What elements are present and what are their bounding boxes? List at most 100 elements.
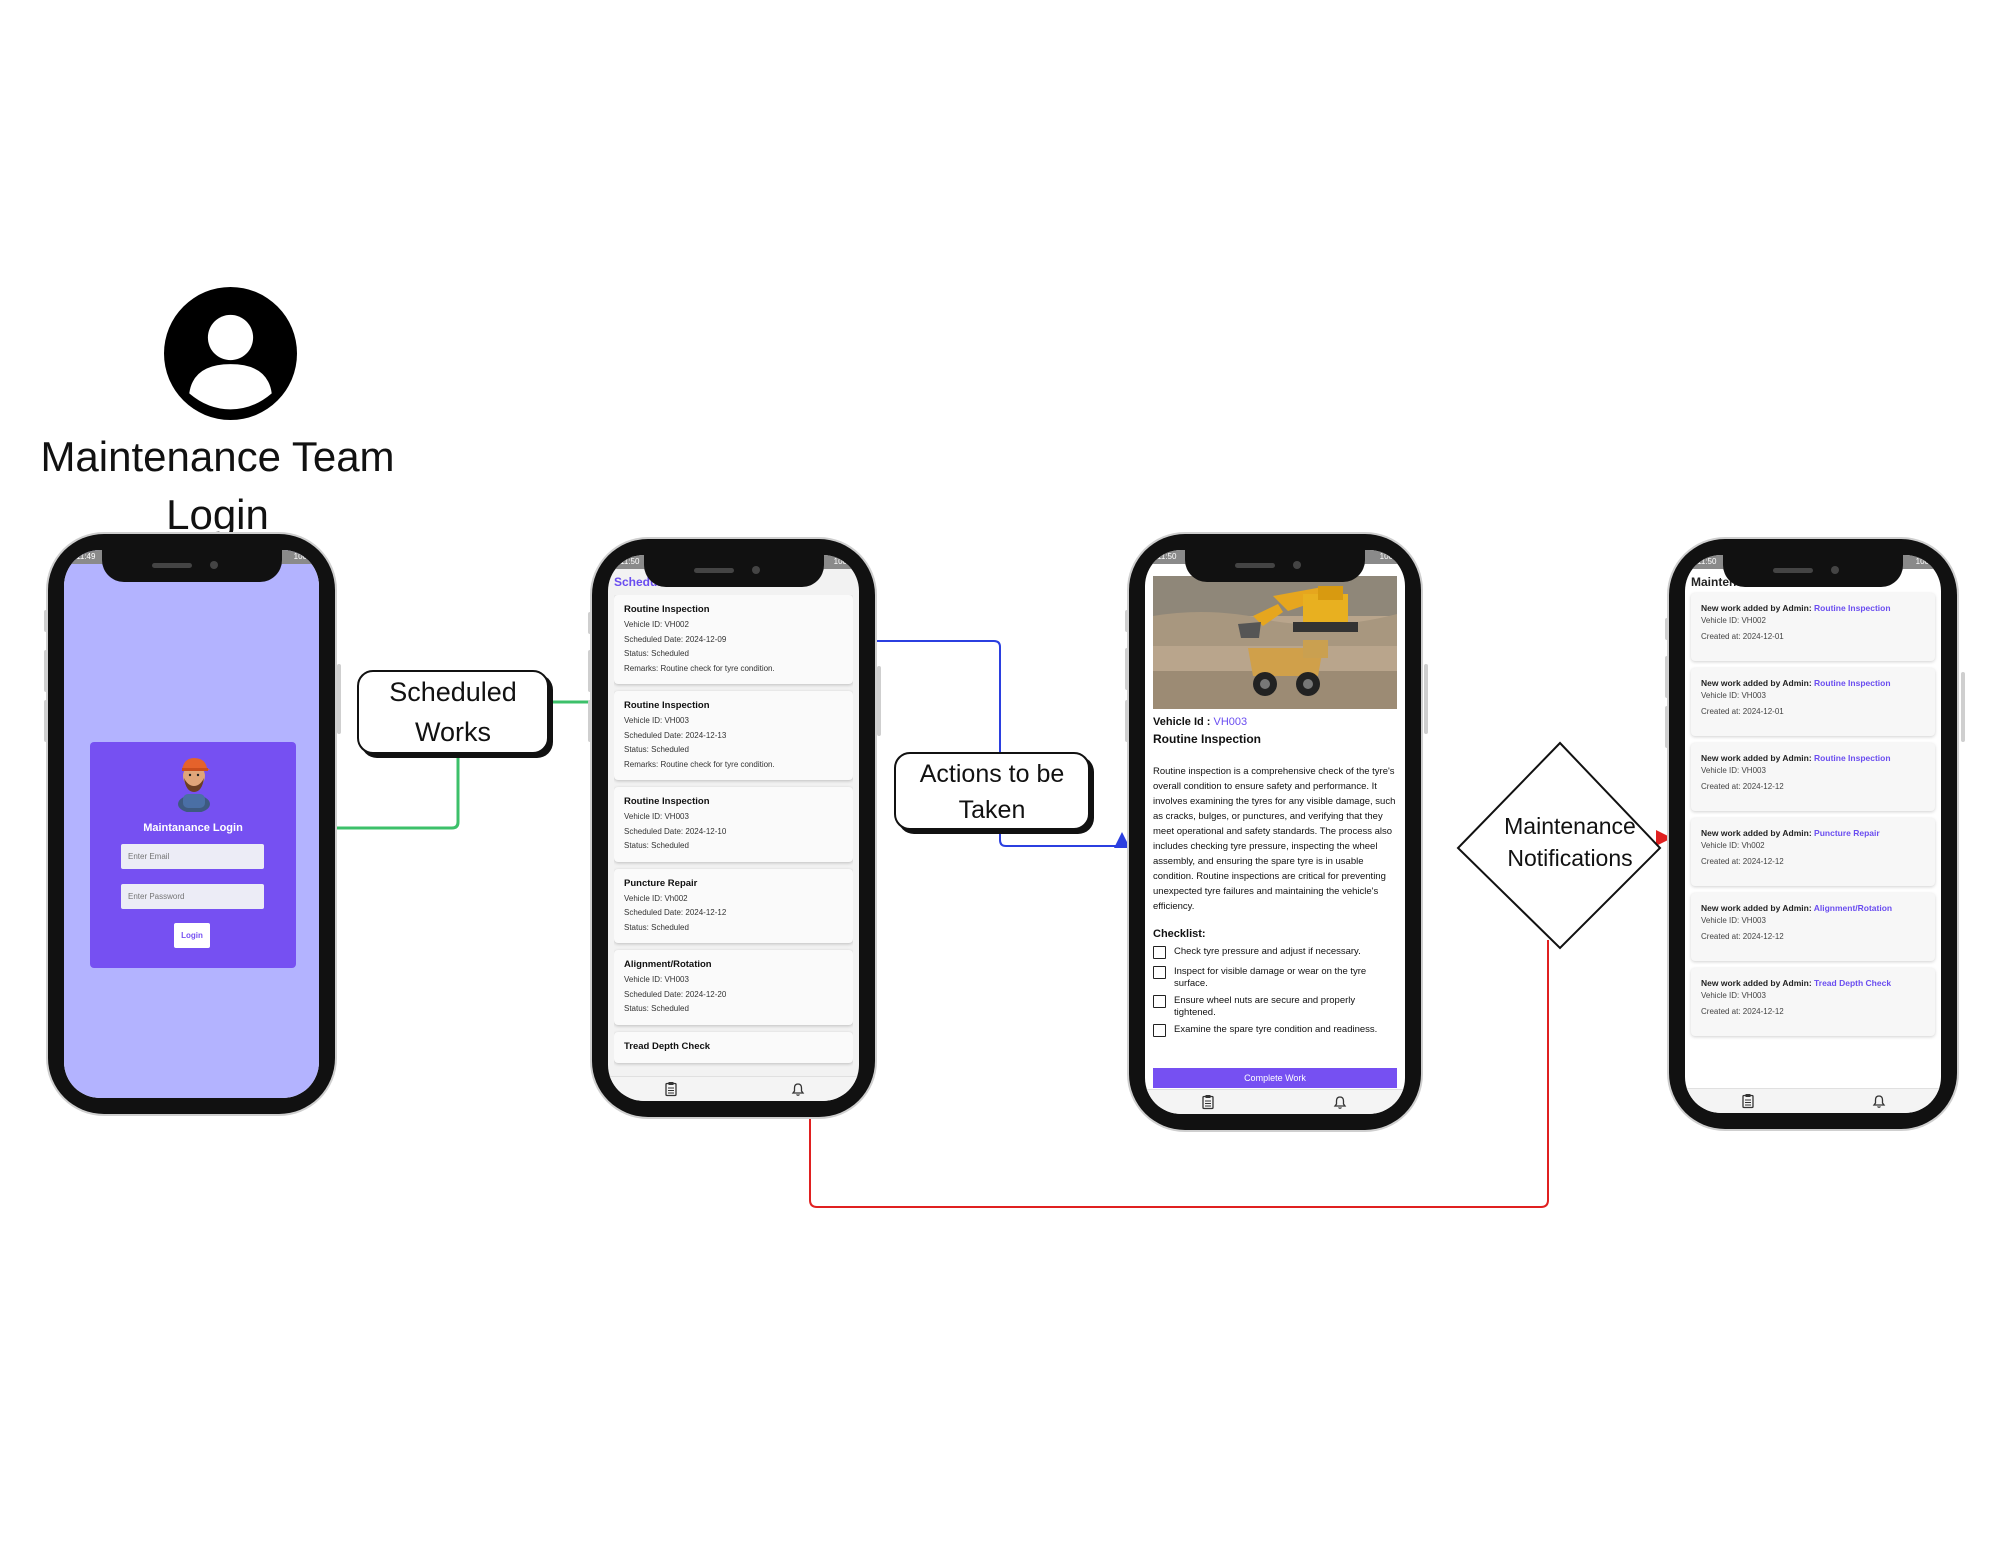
notification-vehicle: Vehicle ID: VH003 — [1701, 691, 1766, 700]
notification-card[interactable]: New work added by Admin: Alignment/Rotat… — [1691, 893, 1935, 961]
work-card[interactable]: Puncture Repair Vehicle ID: Vh002 Schedu… — [614, 868, 853, 943]
clipboard-icon[interactable] — [1200, 1094, 1216, 1110]
notification-prefix: New work added by Admin: — [1701, 603, 1815, 613]
login-screen: 11:49 100 Maintanance Login Login — [64, 550, 319, 1098]
clipboard-icon[interactable] — [1740, 1093, 1756, 1109]
actions-label-line-2: Taken — [958, 796, 1026, 824]
phone-side-button — [337, 664, 341, 734]
phone-side-button — [1961, 672, 1965, 742]
scheduled-works-list[interactable]: Routine Inspection Vehicle ID: VH002 Sch… — [614, 595, 853, 1083]
complete-work-button[interactable]: Complete Work — [1153, 1068, 1397, 1088]
work-card[interactable]: Routine Inspection Vehicle ID: VH003 Sch… — [614, 691, 853, 780]
notification-prefix: New work added by Admin: — [1701, 753, 1815, 763]
status-time: 11:50 — [1697, 557, 1717, 566]
notification-card[interactable]: New work added by Admin: Routine Inspect… — [1691, 743, 1935, 811]
notification-work: Alignment/Rotation — [1813, 903, 1893, 913]
notifications-list[interactable]: New work added by Admin: Routine Inspect… — [1691, 593, 1935, 1043]
notification-prefix: New work added by Admin: — [1701, 978, 1815, 988]
login-button[interactable]: Login — [174, 923, 210, 948]
notification-created: Created at: 2024-12-01 — [1701, 706, 1784, 716]
actions-label: Actions to be Taken — [894, 752, 1090, 830]
checkbox[interactable] — [1153, 946, 1166, 959]
email-field[interactable] — [121, 844, 264, 869]
scheduled-works-screen: 11:50100 Scheduled Works Routine Inspect… — [608, 555, 859, 1101]
work-card[interactable]: Routine Inspection Vehicle ID: VH003 Sch… — [614, 787, 853, 862]
bell-icon[interactable] — [790, 1081, 806, 1097]
battery-level: 100 — [1915, 557, 1929, 566]
clipboard-icon[interactable] — [663, 1081, 679, 1097]
phone-notch — [1185, 550, 1365, 582]
password-field[interactable] — [121, 884, 264, 909]
user-icon — [164, 287, 297, 420]
work-detail-screen: 11:50 100 Vehicle Id : VH003 Routine Insp… — [1145, 550, 1405, 1114]
checklist-item-label: Inspect for visible damage or wear on th… — [1174, 966, 1367, 989]
notification-work: Routine Inspection — [1814, 603, 1891, 613]
notification-header: New work added by Admin: Puncture Repair — [1701, 828, 1925, 838]
work-detail-phone: 11:50 100 Vehicle Id : VH003 Routine Insp… — [1129, 534, 1421, 1130]
work-detail-body: Vehicle Id : VH003 Routine Inspection Ro… — [1153, 716, 1397, 1038]
work-card[interactable]: Tread Depth Check — [614, 1031, 853, 1063]
work-title: Routine Inspection — [624, 700, 710, 711]
work-card[interactable]: Routine Inspection Vehicle ID: VH002 Sch… — [614, 595, 853, 684]
notification-work: Puncture Repair — [1814, 828, 1880, 838]
login-card: Maintanance Login Login — [90, 742, 296, 968]
scheduled-works-phone: 11:50100 Scheduled Works Routine Inspect… — [592, 539, 875, 1117]
work-status: Status: Scheduled — [624, 745, 689, 754]
notification-card[interactable]: New work added by Admin: Routine Inspect… — [1691, 668, 1935, 736]
work-vehicle: Vehicle ID: VH002 — [624, 620, 689, 629]
bell-icon[interactable] — [1332, 1094, 1348, 1110]
notification-created: Created at: 2024-12-12 — [1701, 856, 1784, 866]
checkbox[interactable] — [1153, 1024, 1166, 1037]
notifications-screen: 11:50100 Maintenance Notifications New w… — [1685, 555, 1941, 1113]
checklist-item[interactable]: Inspect for visible damage or wear on th… — [1153, 966, 1397, 989]
checklist-item[interactable]: Examine the spare tyre condition and rea… — [1153, 1024, 1397, 1038]
notification-created: Created at: 2024-12-12 — [1701, 781, 1784, 791]
notifications-label: Maintenance Notifications — [1460, 810, 1680, 874]
work-date: Scheduled Date: 2024-12-13 — [624, 730, 727, 740]
notification-header: New work added by Admin: Tread Depth Che… — [1701, 978, 1925, 988]
checklist-item[interactable]: Ensure wheel nuts are secure and properl… — [1153, 995, 1397, 1018]
notifications-label-line-1: Maintenance — [1504, 813, 1636, 839]
phone-notch — [101, 550, 282, 582]
notification-work: Routine Inspection — [1814, 678, 1891, 688]
mining-truck-image — [1153, 576, 1397, 709]
notification-created: Created at: 2024-12-12 — [1701, 931, 1784, 941]
notification-card[interactable]: New work added by Admin: Tread Depth Che… — [1691, 968, 1935, 1036]
bell-icon[interactable] — [1871, 1093, 1887, 1109]
notification-created: Created at: 2024-12-01 — [1701, 631, 1784, 641]
checklist-item[interactable]: Check tyre pressure and adjust if necess… — [1153, 946, 1397, 960]
work-date: Scheduled Date: 2024-12-12 — [624, 908, 727, 917]
work-status: Status: Scheduled — [624, 841, 689, 850]
notification-vehicle: Vehicle ID: VH003 — [1701, 916, 1766, 925]
work-vehicle: Vehicle ID: Vh002 — [624, 893, 688, 903]
notification-prefix: New work added by Admin: — [1701, 678, 1815, 688]
vehicle-id-label: Vehicle Id : — [1153, 716, 1214, 728]
vehicle-id-value: VH003 — [1213, 716, 1248, 728]
page-title: Maintenance Team Login — [25, 428, 410, 544]
checkbox[interactable] — [1153, 966, 1166, 979]
notifications-label-line-2: Notifications — [1507, 845, 1633, 871]
phone-side-button — [1424, 664, 1428, 734]
notification-card[interactable]: New work added by Admin: Routine Inspect… — [1691, 593, 1935, 661]
work-description: Routine inspection is a comprehensive ch… — [1153, 766, 1396, 912]
status-time: 11:50 — [620, 557, 640, 566]
checklist-heading: Checklist: — [1153, 928, 1206, 940]
checklist-item-label: Examine the spare tyre condition and rea… — [1174, 1024, 1378, 1035]
work-date: Scheduled Date: 2024-12-09 — [624, 634, 727, 644]
notifications-phone: 11:50100 Maintenance Notifications New w… — [1669, 539, 1957, 1129]
notification-prefix: New work added by Admin: — [1701, 903, 1814, 913]
work-status: Status: Scheduled — [624, 1004, 689, 1013]
status-time: 11:49 — [76, 552, 96, 561]
notification-card[interactable]: New work added by Admin: Puncture Repair… — [1691, 818, 1935, 886]
checklist-item-label: Check tyre pressure and adjust if necess… — [1174, 946, 1361, 957]
notification-vehicle: Vehicle ID: VH002 — [1701, 616, 1766, 625]
work-card[interactable]: Alignment/Rotation Vehicle ID: VH003 Sch… — [614, 950, 853, 1025]
checkbox[interactable] — [1153, 995, 1166, 1008]
phone-side-button — [877, 666, 881, 736]
work-vehicle: Vehicle ID: VH003 — [624, 812, 689, 821]
notification-vehicle: Vehicle ID: VH003 — [1701, 766, 1766, 775]
notification-header: New work added by Admin: Routine Inspect… — [1701, 603, 1925, 613]
notification-work: Routine Inspection — [1814, 753, 1891, 763]
title-line-1: Maintenance Team — [40, 433, 395, 480]
battery-level: 100 — [833, 557, 847, 566]
